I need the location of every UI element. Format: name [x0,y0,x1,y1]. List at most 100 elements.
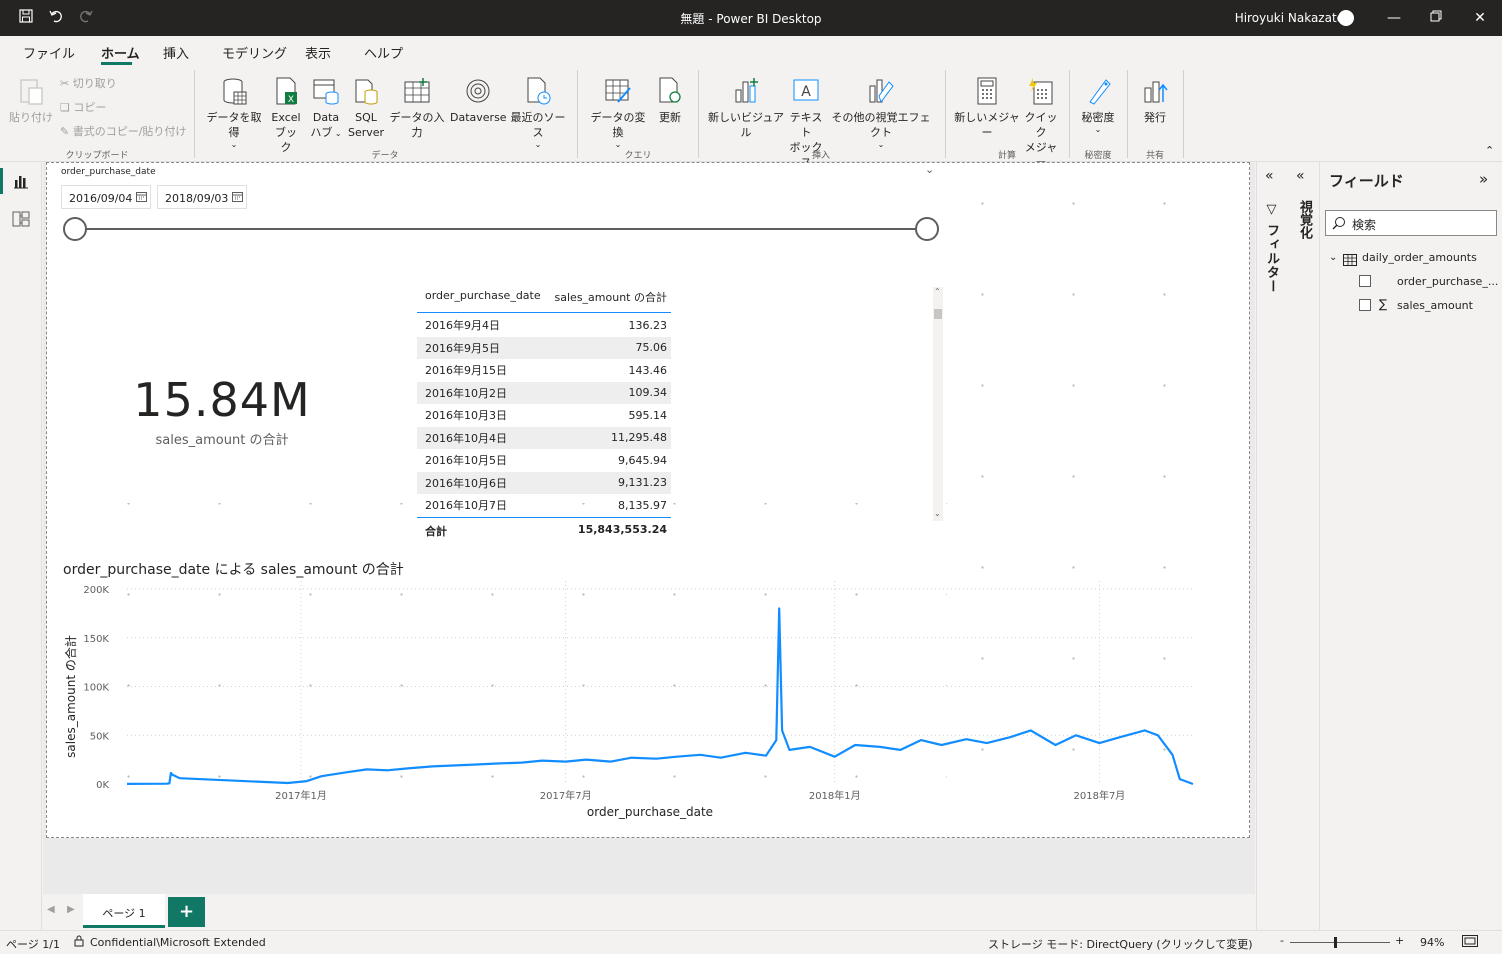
minimize-icon[interactable]: — [1382,8,1406,28]
next-page-icon[interactable]: ▶ [67,904,75,915]
avatar[interactable] [1338,10,1354,26]
refresh-button[interactable]: 更新 [653,76,687,125]
copy-button[interactable]: ❏ コピー [60,100,106,115]
tab-home[interactable]: ホーム [101,43,140,62]
new-visual-button[interactable]: 新しいビジュアル [707,76,785,140]
table-header-date[interactable]: order_purchase_date [425,289,541,302]
fit-page-icon[interactable] [1462,935,1478,950]
page-tabs-bar: ◀ ▶ ページ 1 + [43,894,1255,930]
prev-page-icon[interactable]: ◀ [47,904,55,915]
table-cell-amount: 109.34 [628,386,668,400]
table-cell-date: 2016年10月5日 [425,454,507,468]
zoom-in-button[interactable]: + [1395,934,1404,947]
card-visual[interactable]: 15.84M sales_amount の合計 [87,373,357,473]
add-page-button[interactable]: + [168,897,205,927]
separator [577,70,578,158]
scroll-up-icon[interactable]: ⌃ [934,287,941,296]
zoom-out-button[interactable]: - [1280,934,1284,947]
transform-data-button[interactable]: データの変換 ⌄ [586,76,650,149]
x-tick-label: 2018年7月 [1074,789,1126,802]
field-order-purchase[interactable]: order_purchase_... [1397,275,1498,288]
slicer-start-date[interactable]: 2016/09/04 [61,185,151,209]
model-view-icon[interactable] [12,210,30,232]
enter-data-button[interactable]: データの入力 [386,76,448,140]
table-row[interactable]: 2016年10月5日 9,645.94 [417,449,671,472]
expand-filters-icon[interactable]: « [1265,168,1274,184]
separator [698,70,699,158]
collapse-ribbon-icon[interactable]: ⌃ [1485,144,1494,157]
table-row[interactable]: 2016年9月5日 75.06 [417,336,671,359]
field-checkbox[interactable] [1359,299,1371,311]
scroll-thumb[interactable] [934,309,942,319]
sensitivity-status[interactable]: Confidential\Microsoft Extended [90,936,266,949]
total-label: 合計 [425,525,447,538]
scroll-down-icon[interactable]: ⌄ [934,509,941,518]
new-measure-button[interactable]: 新しいメジャー [953,76,1021,140]
table-row[interactable]: 2016年10月6日 9,131.23 [417,471,671,494]
page-tab-1[interactable]: ページ 1 [83,894,165,928]
storage-mode[interactable]: ストレージ モード: DirectQuery (クリックして変更) [988,936,1253,952]
filters-label[interactable]: ▽ フィルター [1262,202,1281,294]
get-data-button[interactable]: データを取得 ⌄ [203,76,265,149]
tab-insert[interactable]: 挿入 [163,43,189,62]
slicer-end-date[interactable]: 2018/09/03 [157,185,247,209]
table-cell-amount: 8,135.97 [618,498,667,512]
y-tick-label: 50K [90,731,110,742]
table-row[interactable]: 2016年9月4日 136.23 [417,314,671,337]
sql-server-button[interactable]: SQL Server [348,76,384,140]
recent-sources-button[interactable]: 最近のソース ⌄ [507,76,569,149]
close-icon[interactable]: ✕ [1468,8,1492,28]
active-view-indicator [0,168,3,194]
tab-view[interactable]: 表示 [305,43,331,62]
chevron-down-icon[interactable]: ⌄ [925,163,934,176]
table-cell-amount: 595.14 [628,408,668,422]
chevron-down-icon[interactable]: ⌄ [1329,252,1337,263]
restore-icon[interactable] [1424,8,1448,28]
fields-pane: フィールド » 検索 ⌄ daily_order_amounts order_p… [1321,162,1502,930]
table-cell-date: 2016年10月6日 [425,476,507,490]
format-painter-button[interactable]: ✎ 書式のコピー/貼り付け [60,124,186,139]
excel-button[interactable]: X Excel ブック [270,76,302,155]
excel-icon: X [272,76,300,106]
table-row[interactable]: 2016年10月3日 595.14 [417,404,671,427]
calendar-icon[interactable] [232,191,243,205]
tab-help[interactable]: ヘルプ [364,43,403,62]
field-table-name[interactable]: daily_order_amounts [1362,251,1477,264]
sensitivity-button[interactable]: 秘密度 ⌄ [1077,76,1119,134]
slider-start-handle[interactable] [63,217,87,241]
dataverse-button[interactable]: Dataverse [450,76,507,125]
collapse-fields-icon[interactable]: » [1479,170,1488,188]
zoom-level: 94% [1420,936,1445,949]
fields-search-input[interactable]: 検索 [1325,210,1497,236]
cut-button[interactable]: ✂ 切り取り [60,76,117,91]
report-view-icon[interactable] [12,172,30,194]
table-row[interactable]: 2016年10月4日 11,295.48 [417,426,671,449]
zoom-slider[interactable] [1290,942,1390,943]
user-name[interactable]: Hiroyuki Nakazato [1235,11,1344,25]
zoom-thumb[interactable] [1334,937,1337,948]
svg-text:X: X [288,95,294,105]
calendar-icon[interactable] [136,191,147,205]
publish-button[interactable]: 発行 [1138,76,1172,125]
field-checkbox[interactable] [1359,275,1371,287]
table-visual[interactable]: order_purchase_date sales_amount の合計 201… [407,281,947,541]
slider-track[interactable] [75,228,927,230]
expand-visualizations-icon[interactable]: « [1296,168,1305,184]
field-sales-amount[interactable]: sales_amount [1397,299,1473,312]
more-visuals-button[interactable]: その他の視覚エフェクト ⌄ [828,76,934,149]
tab-file[interactable]: ファイル [23,43,75,62]
slicer-title: order_purchase_date [61,167,156,177]
table-row[interactable]: 2016年9月15日 143.46 [417,359,671,382]
table-row[interactable]: 2016年10月2日 109.34 [417,381,671,404]
line-chart-visual[interactable]: order_purchase_date による sales_amount の合計… [47,553,1247,833]
paste-button[interactable]: 貼り付け [8,76,54,125]
visualizations-label[interactable]: 視覚化 [1295,200,1314,239]
table-cell-date: 2016年9月4日 [425,319,500,333]
table-scrollbar[interactable]: ⌃ ⌄ [933,287,943,521]
table-row[interactable]: 2016年10月7日 8,135.97 [417,494,671,517]
tab-modeling[interactable]: モデリング [222,43,287,62]
slider-end-handle[interactable] [915,217,939,241]
datahub-button[interactable]: Data ハブ ⌄ [308,76,344,141]
sigma-icon: ∑ [1379,297,1388,311]
table-header-amount[interactable]: sales_amount の合計 [555,289,667,305]
